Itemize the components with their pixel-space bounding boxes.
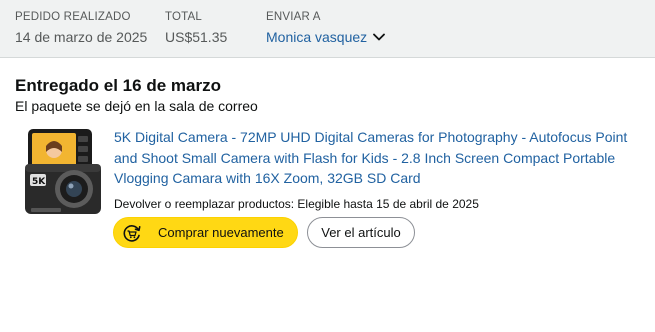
ship-to-label: ENVIAR A	[266, 11, 321, 23]
buy-again-label: Comprar nuevamente	[158, 225, 284, 240]
product-title-link[interactable]: 5K Digital Camera - 72MP UHD Digital Cam…	[114, 127, 644, 189]
ship-to-column: ENVIAR A Monica vasquez	[266, 10, 386, 46]
ship-to-name: Monica vasquez	[266, 29, 368, 45]
buy-again-icon	[123, 224, 141, 242]
ship-to-dropdown[interactable]: Monica vasquez	[266, 28, 386, 46]
order-total-value: US$51.35	[165, 29, 228, 45]
order-placed-label: PEDIDO REALIZADO	[15, 11, 131, 23]
order-placed-date: 14 de marzo de 2025	[15, 29, 148, 45]
order-total-column: TOTAL US$51.35	[165, 10, 227, 46]
thumbnail-badge-text: 5K	[32, 177, 46, 187]
view-item-label: Ver el artículo	[321, 225, 401, 240]
order-total-label: TOTAL	[165, 11, 202, 23]
order-placed-column: PEDIDO REALIZADO 14 de marzo de 2025	[15, 10, 147, 46]
order-header: PEDIDO REALIZADO 14 de marzo de 2025 TOT…	[0, 0, 655, 58]
camera-product-image[interactable]: 5K	[14, 126, 104, 216]
view-item-button[interactable]: Ver el artículo	[307, 217, 415, 248]
buy-again-button[interactable]: Comprar nuevamente	[113, 217, 298, 248]
delivery-status-subtitle: El paquete se dejó en la sala de correo	[15, 98, 258, 114]
return-eligibility-note: Devolver o reemplazar productos: Elegibl…	[114, 197, 479, 211]
delivery-status-title: Entregado el 16 de marzo	[15, 76, 221, 95]
chevron-down-icon	[373, 33, 386, 41]
